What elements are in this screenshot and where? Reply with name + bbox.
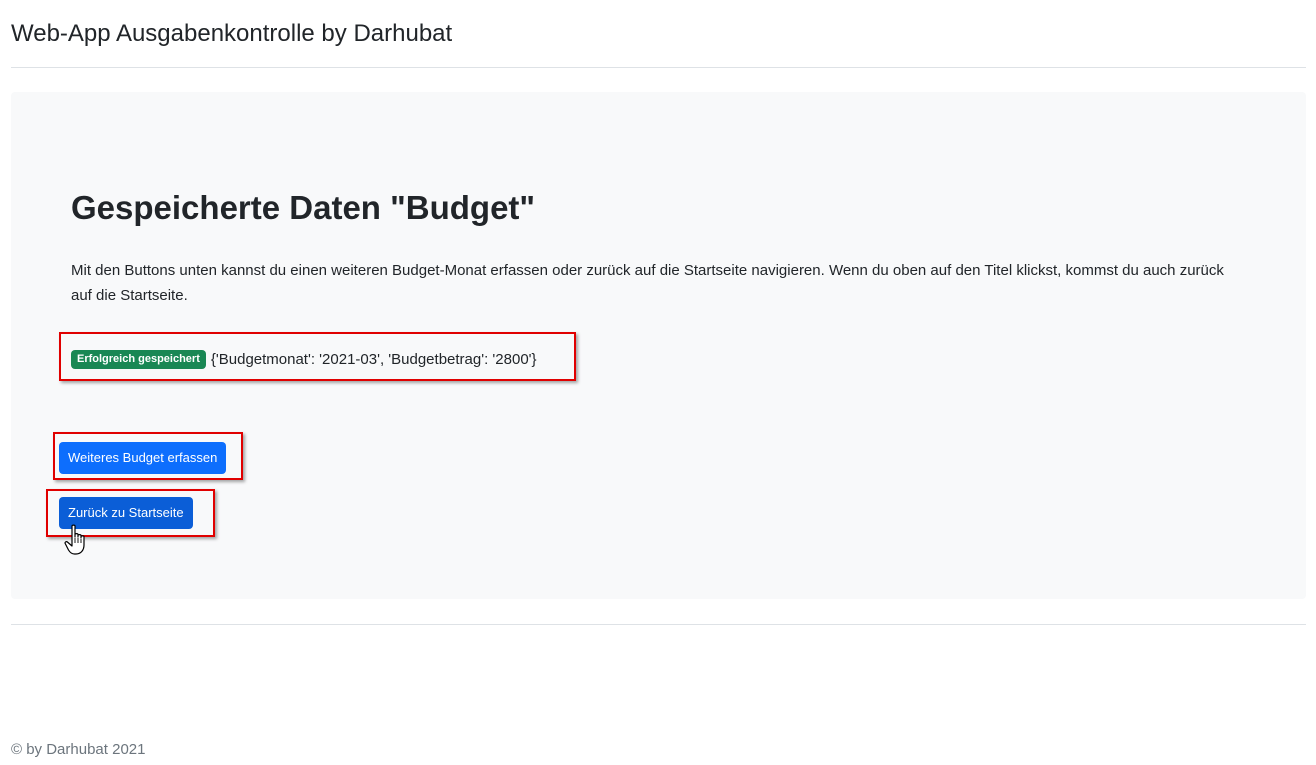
hand-pointer-icon <box>64 524 85 555</box>
page-heading: Gespeicherte Daten "Budget" <box>71 189 536 226</box>
page-description: Mit den Buttons unten kannst du einen we… <box>71 262 1224 304</box>
content-panel: Gespeicherte Daten "Budget" Mit den Butt… <box>11 92 1306 599</box>
app-title-link[interactable]: Web-App Ausgabenkontrolle by Darhubat <box>11 18 452 50</box>
save-result: Erfolgreich gespeichert {'Budgetmonat': … <box>71 347 537 371</box>
footer-copyright: © by Darhubat 2021 <box>11 741 146 758</box>
status-badge: Erfolgreich gespeichert <box>71 349 206 369</box>
header-divider <box>11 67 1306 68</box>
saved-data-text: {'Budgetmonat': '2021-03', 'Budgetbetrag… <box>210 350 537 368</box>
add-budget-button[interactable]: Weiteres Budget erfassen <box>59 442 227 474</box>
footer-divider <box>11 624 1306 625</box>
